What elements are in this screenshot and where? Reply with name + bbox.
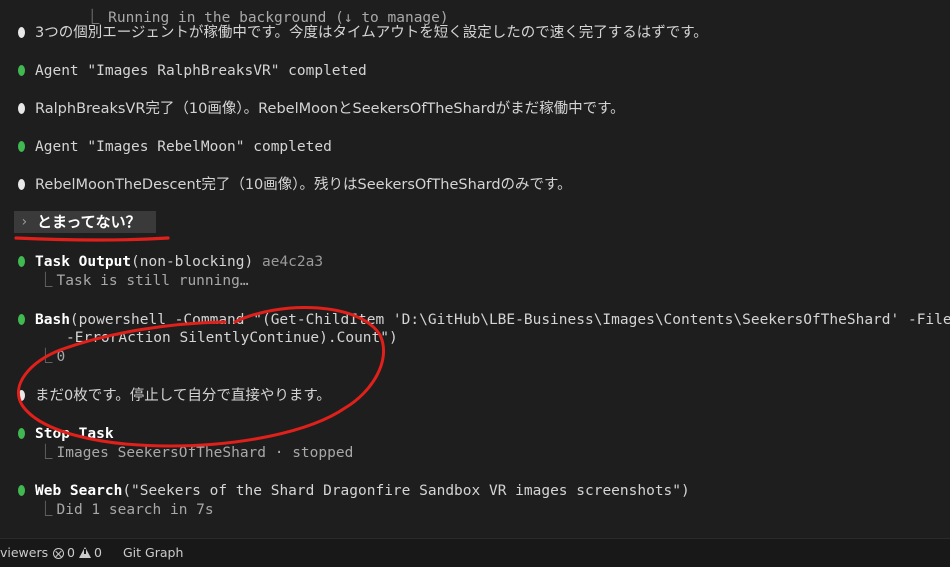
tool-name: Task Output (35, 254, 132, 270)
bash-command-line1: (powershell -Command "(Get-ChildItem 'D:… (69, 312, 950, 328)
stop-task-result: ⎿ Images SeekersOfTheShard · stopped (38, 444, 353, 462)
agent-status-bullet (18, 65, 25, 76)
tool-args: (non-blocking) (131, 254, 254, 270)
branch-glyph-icon: ⎿ (38, 349, 53, 365)
status-bar: viewers 0 0 Git Graph (0, 538, 950, 567)
web-search-query: ("Seekers of the Shard Dragonfire Sandbo… (122, 483, 690, 499)
task-output-result: ⎿ Task is still running… (38, 272, 249, 290)
bash-result-text: 0 (56, 349, 66, 365)
assistant-message: 3つの個別エージェントが稼働中です。今度はタイムアウトを短く設定したので速く完了… (35, 25, 708, 41)
error-count: 0 (67, 545, 75, 560)
user-prompt-text: とまってない？ (37, 213, 141, 231)
bash-tool-call: Bash(powershell -Command "(Get-ChildItem… (35, 311, 950, 329)
tool-name: Web Search (35, 483, 123, 499)
message-bullet (18, 390, 25, 401)
message-bullet (18, 103, 25, 114)
tool-status-bullet (18, 428, 25, 439)
agent-completed-message: Agent "Images RalphBreaksVR" completed (35, 63, 367, 79)
branch-glyph-icon: ⎿ (38, 273, 53, 289)
assistant-reply: まだ0枚です。停止して自分で直接やります。 (35, 388, 331, 404)
web-search-result: ⎿ Did 1 search in 7s (38, 501, 214, 519)
error-icon (53, 548, 64, 559)
tool-status-bullet (18, 314, 25, 325)
agent-completed-message: Agent "Images RebelMoon" completed (35, 139, 332, 155)
tool-status-bullet (18, 485, 25, 496)
task-id: ae4c2a3 (261, 254, 324, 270)
tool-name: Bash (35, 312, 70, 328)
git-graph-button[interactable]: Git Graph (123, 545, 183, 561)
agent-status-bullet (18, 141, 25, 152)
branch-glyph-icon: ⎿ (38, 445, 53, 461)
web-search-result-text: Did 1 search in 7s (56, 502, 214, 518)
assistant-message: RebelMoonTheDescent完了（10画像）。残りはSeekersOf… (35, 177, 572, 193)
stop-task-result-text: Images SeekersOfTheShard · stopped (56, 445, 354, 461)
task-output-result-text: Task is still running… (56, 273, 249, 289)
prompt-caret-icon: › (20, 214, 29, 230)
problems-status[interactable]: 0 0 (53, 545, 102, 561)
warning-count: 0 (93, 545, 102, 560)
terminal-panel[interactable]: ⎿ Running in the background (↓ to manage… (0, 0, 950, 538)
bash-result: ⎿ 0 (38, 348, 65, 366)
web-search-tool-call: Web Search("Seekers of the Shard Dragonf… (35, 482, 690, 500)
warning-icon (78, 547, 91, 558)
message-bullet (18, 179, 25, 190)
stop-task-tool-call: Stop Task (35, 426, 114, 442)
tool-status-bullet (18, 256, 25, 267)
branch-glyph-icon: ⎿ (38, 502, 53, 518)
task-output-tool-call: Task Output(non-blocking) ae4c2a3 (35, 253, 323, 271)
message-bullet (18, 27, 25, 38)
viewers-status[interactable]: viewers (0, 545, 48, 561)
assistant-message: RalphBreaksVR完了（10画像）。RebelMoonとSeekersO… (35, 101, 625, 117)
bash-command-line2: -ErrorAction SilentlyContinue).Count") (66, 330, 398, 346)
